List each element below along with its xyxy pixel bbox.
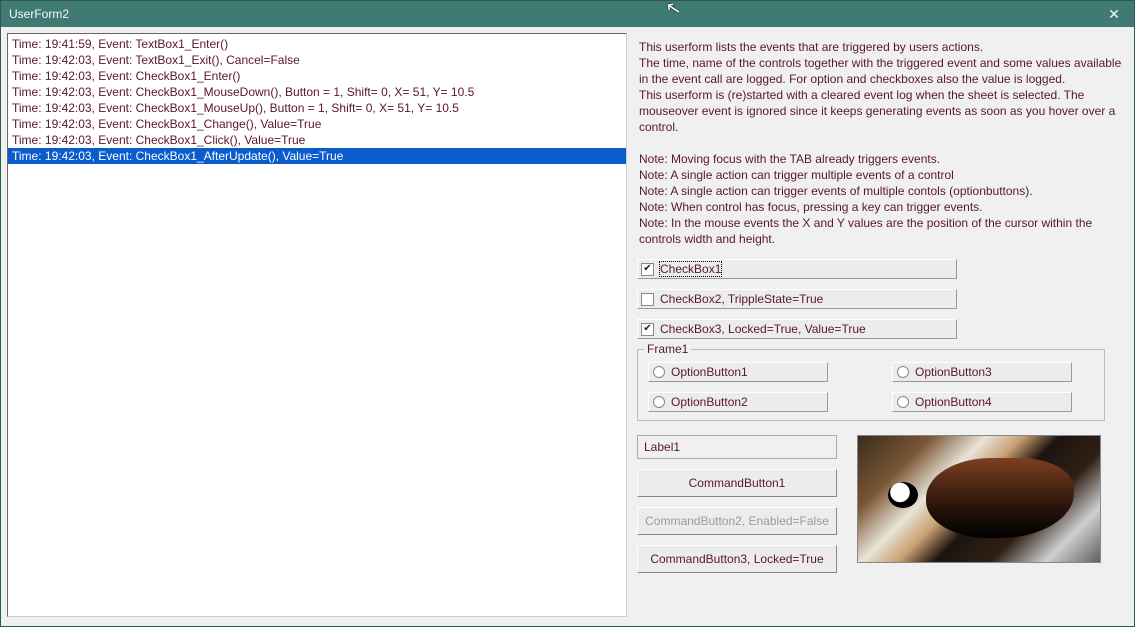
checkbox-icon [641, 293, 654, 306]
radio-icon [653, 366, 665, 378]
info-note: Note: A single action can trigger events… [639, 183, 1126, 199]
window-title: UserForm2 [9, 7, 1094, 21]
commandbutton2: CommandButton2, Enabled=False [637, 507, 837, 535]
checkbox-label: CheckBox1 [660, 262, 721, 276]
log-item[interactable]: Time: 19:42:03, Event: CheckBox1_MouseUp… [8, 100, 626, 116]
info-line: This userform is (re)started with a clea… [639, 87, 1126, 135]
optionbutton1[interactable]: OptionButton1 [648, 362, 828, 382]
frame1: Frame1 OptionButton1 OptionButton3 Op [637, 349, 1105, 421]
log-item[interactable]: Time: 19:42:03, Event: CheckBox1_AfterUp… [8, 148, 626, 164]
controls-area: CheckBox1 CheckBox2, TrippleState=True C… [637, 259, 1128, 573]
event-log-listbox[interactable]: Time: 19:41:59, Event: TextBox1_Enter()T… [7, 33, 627, 617]
option-label: OptionButton1 [671, 365, 748, 379]
info-text: This userform lists the events that are … [637, 33, 1128, 253]
checkbox3[interactable]: CheckBox3, Locked=True, Value=True [637, 319, 957, 339]
commandbutton1[interactable]: CommandButton1 [637, 469, 837, 497]
log-item[interactable]: Time: 19:41:59, Event: TextBox1_Enter() [8, 36, 626, 52]
button-label: CommandButton3, Locked=True [650, 552, 823, 566]
radio-icon [897, 366, 909, 378]
close-icon[interactable]: ✕ [1094, 1, 1134, 27]
right-panel: This userform lists the events that are … [637, 33, 1128, 620]
titlebar[interactable]: UserForm2 ✕ [1, 1, 1134, 27]
option-label: OptionButton4 [915, 395, 992, 409]
info-line: This userform lists the events that are … [639, 39, 1126, 55]
optionbutton3[interactable]: OptionButton3 [892, 362, 1072, 382]
checkbox2[interactable]: CheckBox2, TrippleState=True [637, 289, 957, 309]
client-area: Time: 19:41:59, Event: TextBox1_Enter()T… [1, 27, 1134, 626]
label1-text: Label1 [644, 440, 680, 454]
log-item[interactable]: Time: 19:42:03, Event: TextBox1_Exit(), … [8, 52, 626, 68]
button-label: CommandButton2, Enabled=False [645, 514, 829, 528]
userform-window: UserForm2 ✕ ↖ Time: 19:41:59, Event: Tex… [0, 0, 1135, 627]
info-line: The time, name of the controls together … [639, 55, 1126, 87]
log-item[interactable]: Time: 19:42:03, Event: CheckBox1_MouseDo… [8, 84, 626, 100]
checkbox-label: CheckBox2, TrippleState=True [660, 292, 823, 306]
info-note: Note: A single action can trigger multip… [639, 167, 1126, 183]
log-item[interactable]: Time: 19:42:03, Event: CheckBox1_Click()… [8, 132, 626, 148]
frame-legend: Frame1 [644, 342, 691, 356]
info-note: Note: When control has focus, pressing a… [639, 199, 1126, 215]
checkbox1[interactable]: CheckBox1 [637, 259, 957, 279]
commandbutton3[interactable]: CommandButton3, Locked=True [637, 545, 837, 573]
button-label: CommandButton1 [689, 476, 786, 490]
info-note: Note: Moving focus with the TAB already … [639, 151, 1126, 167]
info-note: Note: In the mouse events the X and Y va… [639, 215, 1126, 247]
option-label: OptionButton2 [671, 395, 748, 409]
radio-icon [653, 396, 665, 408]
log-item[interactable]: Time: 19:42:03, Event: CheckBox1_Enter() [8, 68, 626, 84]
checkbox-icon [641, 323, 654, 336]
label1: Label1 [637, 435, 837, 459]
radio-icon [897, 396, 909, 408]
checkbox-icon [641, 263, 654, 276]
optionbutton2[interactable]: OptionButton2 [648, 392, 828, 412]
option-label: OptionButton3 [915, 365, 992, 379]
optionbutton4[interactable]: OptionButton4 [892, 392, 1072, 412]
log-item[interactable]: Time: 19:42:03, Event: CheckBox1_Change(… [8, 116, 626, 132]
image-control[interactable] [857, 435, 1101, 563]
checkbox-label: CheckBox3, Locked=True, Value=True [660, 322, 866, 336]
